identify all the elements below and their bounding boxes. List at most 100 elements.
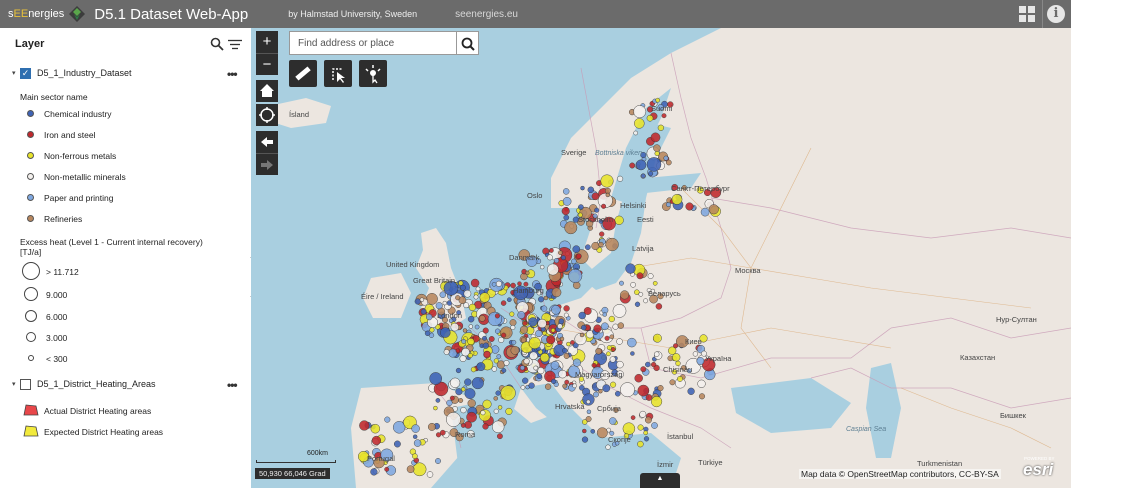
industry-point[interactable] <box>509 319 517 327</box>
industry-point[interactable] <box>493 408 499 414</box>
layer-options-button[interactable]: ••• <box>227 378 238 392</box>
industry-point[interactable] <box>561 207 570 216</box>
industry-point[interactable] <box>539 264 545 270</box>
industry-point[interactable] <box>591 241 600 251</box>
industry-point[interactable] <box>491 420 505 434</box>
draw-tool-button[interactable] <box>324 60 352 87</box>
industry-point[interactable] <box>635 159 647 171</box>
industry-point[interactable] <box>566 341 571 347</box>
industry-point[interactable] <box>384 416 391 423</box>
industry-point[interactable] <box>562 347 568 354</box>
industry-point[interactable] <box>443 349 450 355</box>
industry-point[interactable] <box>419 297 425 302</box>
search-icon[interactable] <box>210 37 224 51</box>
industry-point[interactable] <box>455 348 461 353</box>
industry-point[interactable] <box>580 324 587 331</box>
industry-point[interactable] <box>442 300 448 306</box>
industry-point[interactable] <box>633 130 639 136</box>
industry-point[interactable] <box>500 385 516 401</box>
industry-point[interactable] <box>651 422 658 429</box>
industry-point[interactable] <box>458 398 464 403</box>
industry-point[interactable] <box>636 272 644 280</box>
industry-point[interactable] <box>544 383 552 390</box>
industry-point[interactable] <box>637 440 644 448</box>
industry-point[interactable] <box>455 367 462 374</box>
industry-point[interactable] <box>609 356 616 363</box>
industry-point[interactable] <box>550 360 560 370</box>
industry-point[interactable] <box>606 345 612 351</box>
info-icon[interactable]: i <box>1047 5 1065 23</box>
industry-point[interactable] <box>651 396 663 408</box>
industry-point[interactable] <box>538 296 545 303</box>
zoom-out-button[interactable]: − <box>256 53 278 75</box>
industry-point[interactable] <box>510 324 516 331</box>
industry-point[interactable] <box>495 390 501 396</box>
industry-point[interactable] <box>605 192 611 198</box>
industry-point[interactable] <box>426 471 434 478</box>
industry-point[interactable] <box>474 324 480 330</box>
industry-point[interactable] <box>620 290 630 300</box>
industry-point[interactable] <box>571 258 577 265</box>
industry-point[interactable] <box>620 382 635 398</box>
layer-checkbox-industry[interactable]: ✓ <box>20 67 31 79</box>
industry-point[interactable] <box>435 458 441 464</box>
industry-point[interactable] <box>562 383 568 389</box>
industry-point[interactable] <box>493 396 498 401</box>
industry-point[interactable] <box>655 97 661 103</box>
industry-point[interactable] <box>519 325 529 334</box>
industry-point[interactable] <box>528 336 541 350</box>
industry-point[interactable] <box>536 373 543 380</box>
industry-point[interactable] <box>467 337 475 346</box>
industry-point[interactable] <box>550 378 557 385</box>
industry-point[interactable] <box>602 312 607 317</box>
industry-point[interactable] <box>529 351 538 361</box>
industry-point[interactable] <box>646 157 662 172</box>
industry-point[interactable] <box>446 412 461 427</box>
industry-point[interactable] <box>557 323 563 329</box>
industry-point[interactable] <box>467 399 476 408</box>
layer-checkbox-district-heating[interactable] <box>20 378 31 390</box>
select-tool-button[interactable] <box>359 60 387 87</box>
industry-point[interactable] <box>594 207 600 213</box>
industry-point[interactable] <box>563 305 570 312</box>
industry-point[interactable] <box>633 105 647 119</box>
industry-point[interactable] <box>482 342 489 349</box>
industry-point[interactable] <box>617 322 625 329</box>
industry-point[interactable] <box>371 435 382 446</box>
industry-point[interactable] <box>605 237 619 252</box>
industry-point[interactable] <box>619 280 624 286</box>
industry-point[interactable] <box>558 369 567 379</box>
industry-point[interactable] <box>482 399 492 409</box>
industry-point[interactable] <box>537 318 547 329</box>
industry-point[interactable] <box>546 335 556 345</box>
industry-point[interactable] <box>467 352 473 359</box>
industry-point[interactable] <box>525 270 530 276</box>
industry-point[interactable] <box>654 150 660 157</box>
industry-point[interactable] <box>579 332 585 338</box>
industry-point[interactable] <box>459 284 466 291</box>
industry-point[interactable] <box>663 155 669 161</box>
industry-point[interactable] <box>582 428 587 434</box>
industry-point[interactable] <box>650 361 657 368</box>
industry-point[interactable] <box>550 328 556 333</box>
industry-point[interactable] <box>468 324 474 329</box>
industry-point[interactable] <box>440 327 451 338</box>
industry-point[interactable] <box>563 312 569 318</box>
industry-point[interactable] <box>604 335 610 341</box>
map-view[interactable]: Ísland Suomi Sverige Oslo Helsinki Санкт… <box>251 28 1071 488</box>
industry-point[interactable] <box>462 328 468 333</box>
industry-point[interactable] <box>639 410 647 418</box>
industry-point[interactable] <box>622 422 636 435</box>
industry-point[interactable] <box>540 352 550 363</box>
industry-point[interactable] <box>509 311 515 317</box>
industry-point[interactable] <box>630 351 635 356</box>
industry-point[interactable] <box>652 280 658 286</box>
industry-point[interactable] <box>517 311 526 319</box>
home-button[interactable] <box>256 80 278 102</box>
industry-point[interactable] <box>643 436 650 442</box>
industry-point[interactable] <box>590 428 596 434</box>
industry-point[interactable] <box>384 466 390 472</box>
layer-options-button[interactable]: ••• <box>227 67 238 81</box>
industry-point[interactable] <box>657 385 664 392</box>
industry-point[interactable] <box>669 379 676 386</box>
